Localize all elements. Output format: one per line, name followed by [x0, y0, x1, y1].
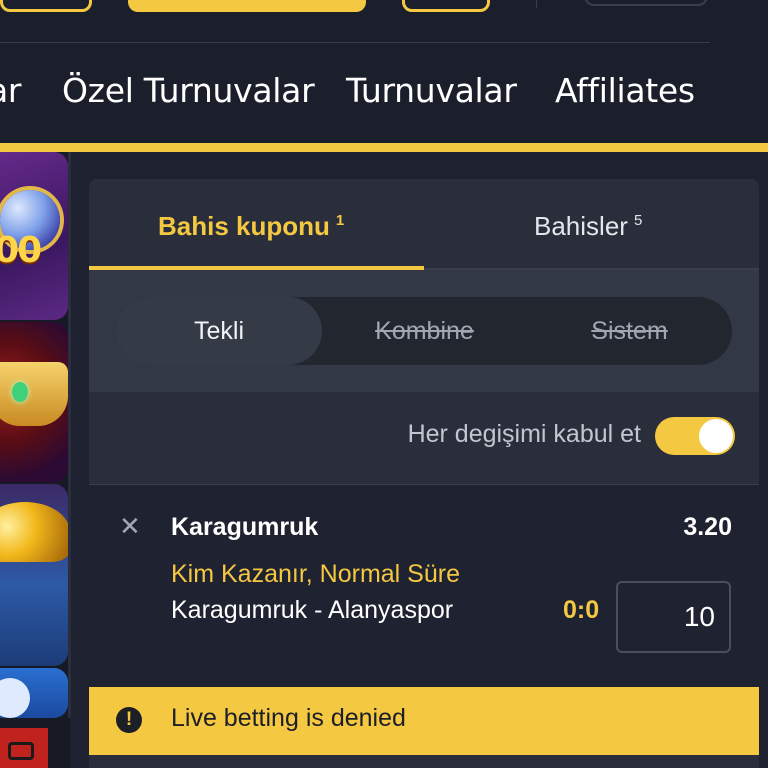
header-dropdown[interactable] [584, 0, 708, 6]
game-thumbnail-jackpot[interactable]: 1000 [0, 152, 68, 320]
live-score: 0:0 [563, 596, 600, 624]
header-button-outline-right[interactable] [402, 0, 490, 12]
tab-bahis-kuponu[interactable]: Bahis kuponu 1 [158, 203, 344, 244]
nav-item-turnuvalar[interactable]: Turnuvalar [346, 70, 517, 112]
selection-match: Karagumruk - Alanyaspor [171, 596, 454, 624]
nav-item-partial[interactable]: ar [0, 70, 22, 112]
segment-sistem[interactable]: Sistem [527, 297, 732, 365]
tab-label: Bahis kuponu [158, 211, 330, 241]
alert-banner: ! Live betting is denied [89, 687, 759, 755]
bet-type-selector: Tekli Kombine Sistem [116, 297, 732, 365]
tab-label: Bahisler [534, 211, 628, 241]
accept-changes-row: Her degişimi kabul et [89, 392, 759, 485]
lightning-icon [0, 678, 30, 718]
bet-slip-tabs: Bahis kuponu 1 Bahisler 5 [89, 179, 759, 270]
selection-team: Karagumruk [171, 513, 319, 541]
segment-tekli[interactable]: Tekli [116, 297, 322, 365]
nav-item-affiliates[interactable]: Affiliates [555, 70, 695, 112]
selection-market: Kim Kazanır, Normal Süre [171, 560, 460, 588]
site-header: ar Özel Turnuvalar Turnuvalar Affiliates [0, 0, 768, 143]
exclamation-icon: ! [116, 707, 142, 733]
header-button-outline-left[interactable] [0, 0, 92, 12]
thumbnail-strip-border [68, 152, 71, 718]
game-thumbnail-crown[interactable] [0, 322, 68, 482]
selection-odds: 3.20 [683, 513, 732, 541]
main-nav: ar Özel Turnuvalar Turnuvalar Affiliates [0, 70, 768, 114]
game-thumbnail-lightning[interactable] [0, 668, 68, 718]
emerald-icon [12, 382, 28, 402]
game-thumbnail-coins[interactable] [0, 484, 68, 666]
segment-kombine[interactable]: Kombine [322, 297, 527, 365]
bet-slip-panel: Bahis kuponu 1 Bahisler 5 Tekli Kombine Si… [89, 179, 759, 768]
stake-input[interactable] [616, 581, 731, 653]
tab-count-badge: 5 [633, 212, 643, 229]
game-thumbnail-strip: 1000 [0, 152, 70, 768]
game-thumbnail-red[interactable] [0, 728, 48, 768]
header-rule [0, 42, 710, 43]
tab-bahisler[interactable]: Bahisler 5 [534, 203, 642, 244]
accept-changes-label: Her degişimi kabul et [407, 420, 641, 448]
header-button-primary[interactable] [128, 0, 366, 12]
tab-count-badge: 1 [335, 212, 345, 229]
header-divider [536, 0, 537, 8]
crown-icon [0, 362, 68, 426]
toggle-knob [699, 419, 733, 453]
header-accent-bar [0, 143, 768, 152]
jackpot-amount: 1000 [0, 230, 42, 271]
bet-type-area: Tekli Kombine Sistem [89, 270, 759, 392]
accept-changes-toggle[interactable] [655, 417, 735, 455]
alert-message: Live betting is denied [171, 704, 406, 732]
nav-item-ozel-turnuvalar[interactable]: Özel Turnuvalar [62, 70, 315, 112]
bet-selection: ✕ Karagumruk 3.20 Kim Kazanır, Normal Sü… [89, 485, 759, 687]
close-icon[interactable]: ✕ [119, 513, 141, 539]
gold-coins-icon [0, 502, 68, 562]
game-logo-icon [8, 742, 34, 760]
